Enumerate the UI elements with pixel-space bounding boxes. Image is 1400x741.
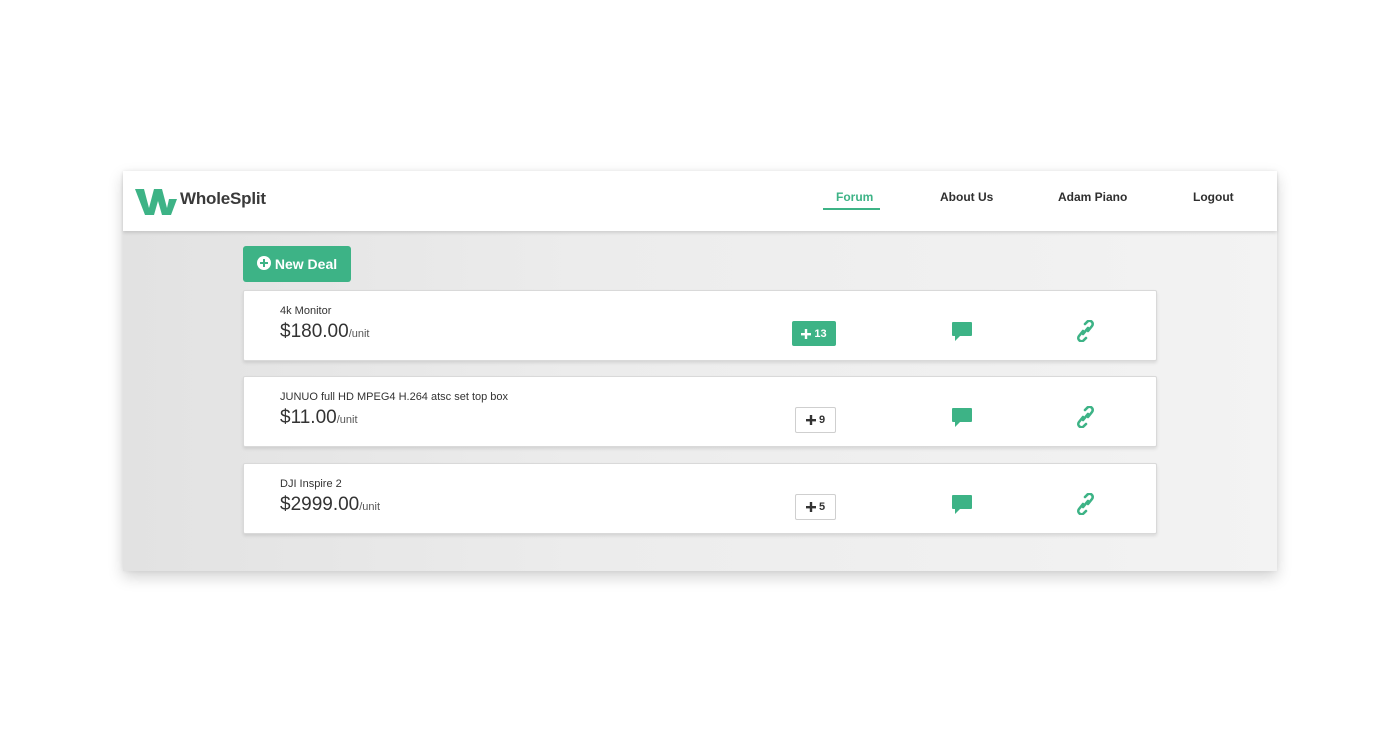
nav-logout[interactable]: Logout [1193,190,1234,204]
nav-forum[interactable]: Forum [836,190,873,204]
new-deal-button[interactable]: New Deal [243,246,351,282]
navbar: WholeSplit Forum About Us Adam Piano Log… [123,171,1277,231]
plus-circle-icon [256,255,271,270]
comment-icon[interactable] [952,495,972,514]
join-count: 5 [818,501,826,513]
deal-card[interactable]: 4k Monitor $180.00/unit 13 [243,290,1157,361]
link-icon[interactable] [1076,320,1095,342]
price-amount: $2999.00 [280,494,360,515]
deal-price: $2999.00/unit [280,494,380,516]
price-unit: /unit [348,328,370,340]
price-amount: $11.00 [280,407,337,428]
join-deal-button[interactable]: 9 [795,407,836,433]
price-amount: $180.00 [280,321,349,342]
w-logo-icon[interactable] [135,189,177,215]
join-count: 13 [814,327,827,340]
nav-active-indicator [823,208,880,210]
deal-name: 4k Monitor [280,305,332,317]
app-window: WholeSplit Forum About Us Adam Piano Log… [123,171,1277,571]
new-deal-label: New Deal [274,256,338,272]
price-unit: /unit [359,501,381,513]
plus-icon [805,415,816,425]
brand-name[interactable]: WholeSplit [180,189,266,209]
comment-icon[interactable] [952,322,972,341]
link-icon[interactable] [1076,493,1095,515]
deal-card[interactable]: JUNUO full HD MPEG4 H.264 atsc set top b… [243,376,1157,447]
plus-icon [805,502,816,512]
comment-icon[interactable] [952,408,972,427]
join-deal-button[interactable]: 5 [795,494,836,520]
plus-icon [801,328,812,339]
nav-user-adam-piano[interactable]: Adam Piano [1058,190,1127,204]
link-icon[interactable] [1076,406,1095,428]
join-count: 9 [818,414,826,426]
deal-name: JUNUO full HD MPEG4 H.264 atsc set top b… [280,391,509,403]
price-unit: /unit [336,414,358,426]
nav-about-us[interactable]: About Us [940,190,993,204]
deal-price: $180.00/unit [280,321,369,343]
deal-name: DJI Inspire 2 [280,478,342,490]
join-deal-button[interactable]: 13 [792,321,836,346]
deal-price: $11.00/unit [280,407,358,429]
deal-card[interactable]: DJI Inspire 2 $2999.00/unit 5 [243,463,1157,534]
